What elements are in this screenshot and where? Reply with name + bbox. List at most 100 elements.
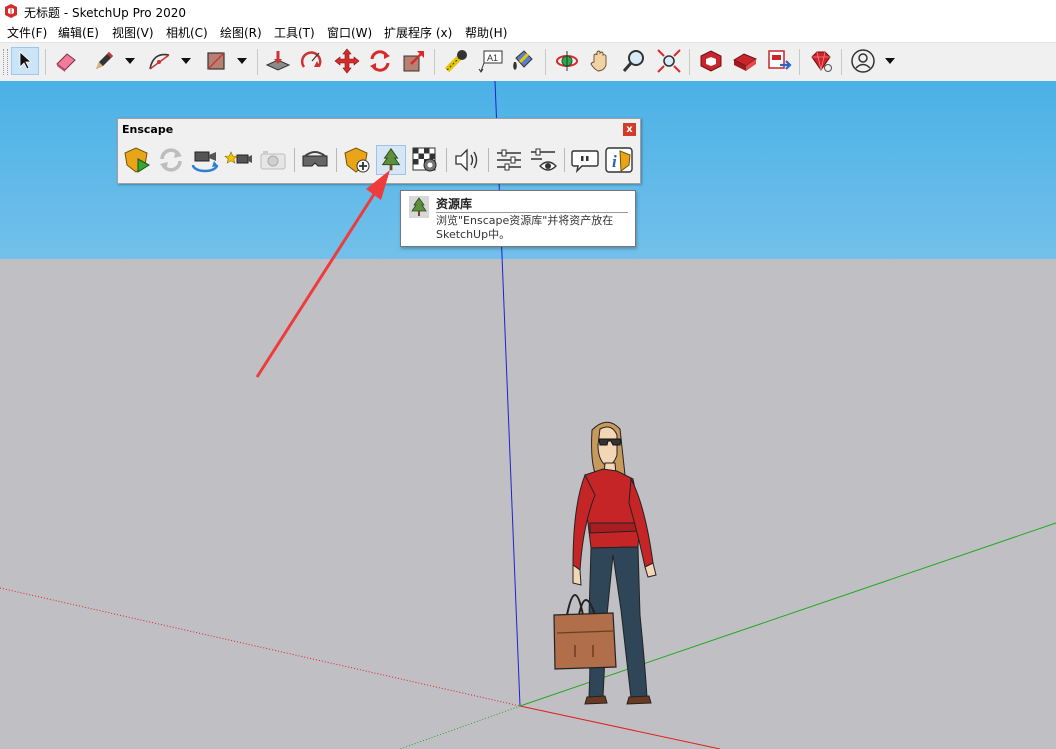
push-pull-tool-button[interactable] bbox=[264, 47, 292, 75]
rectangle-icon bbox=[207, 52, 225, 70]
scale-tool-button[interactable] bbox=[400, 47, 428, 75]
live-update-button[interactable] bbox=[156, 145, 186, 175]
warehouse-icon bbox=[700, 50, 722, 72]
sliders-icon bbox=[497, 149, 521, 171]
layout-icon bbox=[768, 50, 792, 70]
tooltip-title: 资源库 bbox=[436, 197, 473, 211]
rectangle-dropdown-chevron-icon[interactable] bbox=[236, 47, 248, 75]
zoom-extents-tool-button[interactable] bbox=[655, 47, 683, 75]
toolbar-separator bbox=[799, 49, 800, 75]
pencil-icon bbox=[96, 52, 113, 69]
enscape-start-icon bbox=[124, 147, 150, 173]
sound-button[interactable] bbox=[452, 145, 482, 175]
asset-library-tooltip: 资源库 浏览"Enscape资源库"并将资产放在SketchUp中。 bbox=[400, 190, 636, 247]
rotate-icon bbox=[300, 51, 322, 68]
paint-bucket-tool-button[interactable] bbox=[509, 47, 537, 75]
enscape-separator bbox=[564, 148, 565, 172]
eraser-icon bbox=[56, 53, 76, 72]
vr-headset-icon bbox=[302, 151, 328, 167]
enscape-add-icon bbox=[344, 147, 370, 173]
toolbar-separator bbox=[45, 49, 46, 75]
ruby-gem-icon bbox=[811, 51, 832, 72]
start-enscape-button[interactable] bbox=[122, 145, 152, 175]
move-tool-button[interactable] bbox=[333, 47, 361, 75]
text-label-icon: A1 bbox=[478, 50, 503, 73]
extension-manager-button[interactable] bbox=[807, 47, 835, 75]
green-axis-negative bbox=[399, 705, 521, 749]
select-tool-button[interactable] bbox=[11, 47, 39, 75]
scale-figure-woman bbox=[553, 421, 657, 705]
rectangle-tool-button[interactable] bbox=[202, 47, 230, 75]
tooltip-description: 浏览"Enscape资源库"并将资产放在SketchUp中。 bbox=[436, 214, 614, 241]
enscape-toolbar-title: Enscape bbox=[122, 123, 174, 136]
account-button[interactable] bbox=[849, 47, 877, 75]
follow-me-tool-button[interactable] bbox=[366, 47, 394, 75]
arrow-cursor-icon bbox=[19, 51, 33, 70]
sync-views-button[interactable] bbox=[190, 145, 220, 175]
photo-camera-icon bbox=[260, 151, 286, 170]
menu-tools[interactable]: 工具(T) bbox=[274, 24, 315, 41]
screenshot-button[interactable] bbox=[258, 145, 288, 175]
visual-settings-button[interactable] bbox=[528, 145, 558, 175]
arc-tool-button[interactable] bbox=[146, 47, 174, 75]
menu-draw[interactable]: 绘图(R) bbox=[220, 24, 262, 41]
toolbar-grip[interactable] bbox=[3, 49, 8, 75]
rotate-tool-button[interactable] bbox=[298, 47, 326, 75]
checker-gear-icon bbox=[412, 147, 437, 172]
pencil-tool-button[interactable] bbox=[90, 47, 118, 75]
tree-icon bbox=[409, 196, 429, 218]
title-bar: 无标题 - SketchUp Pro 2020 bbox=[0, 0, 1056, 22]
menu-edit[interactable]: 编辑(E) bbox=[58, 24, 99, 41]
camera-star-icon bbox=[224, 151, 252, 164]
menu-window[interactable]: 窗口(W) bbox=[327, 24, 372, 41]
red-axis-negative bbox=[0, 587, 521, 707]
window-title: 无标题 - SketchUp Pro 2020 bbox=[24, 6, 186, 20]
video-camera-sync-icon bbox=[191, 151, 219, 173]
move-icon bbox=[334, 48, 360, 74]
speech-bubble-icon bbox=[571, 150, 599, 174]
magnifier-icon bbox=[622, 50, 644, 72]
user-avatar-icon bbox=[851, 49, 875, 73]
about-button[interactable]: i bbox=[604, 145, 634, 175]
eraser-tool-button[interactable] bbox=[52, 47, 80, 75]
svg-text:i: i bbox=[612, 152, 617, 171]
hand-icon bbox=[590, 50, 607, 72]
account-dropdown-chevron-icon[interactable] bbox=[884, 47, 896, 75]
3d-warehouse-button[interactable] bbox=[697, 47, 725, 75]
toolbar-separator bbox=[841, 49, 842, 75]
arc-dropdown-chevron-icon[interactable] bbox=[180, 47, 192, 75]
asset-library-button[interactable] bbox=[376, 145, 406, 175]
feedback-button[interactable] bbox=[570, 145, 600, 175]
pencil-dropdown-chevron-icon[interactable] bbox=[124, 47, 136, 75]
tape-measure-tool-button[interactable] bbox=[442, 47, 470, 75]
sliders-eye-icon bbox=[531, 148, 557, 171]
settings-button[interactable] bbox=[494, 145, 524, 175]
close-icon[interactable]: x bbox=[623, 123, 636, 136]
orbit-tool-button[interactable] bbox=[553, 47, 581, 75]
create-view-button[interactable] bbox=[224, 145, 254, 175]
send-to-layout-button[interactable] bbox=[765, 47, 793, 75]
vr-headset-button[interactable] bbox=[300, 145, 330, 175]
enscape-separator bbox=[446, 148, 447, 172]
sync-refresh-icon bbox=[160, 148, 182, 172]
zoom-tool-button[interactable] bbox=[620, 47, 648, 75]
extension-warehouse-button[interactable] bbox=[731, 47, 759, 75]
menu-help[interactable]: 帮助(H) bbox=[465, 24, 507, 41]
info-icon: i bbox=[605, 147, 633, 173]
text-tool-button[interactable]: A1 bbox=[477, 47, 505, 75]
enscape-separator bbox=[336, 148, 337, 172]
pan-tool-button[interactable] bbox=[586, 47, 614, 75]
menu-bar: 文件(F) 编辑(E) 视图(V) 相机(C) 绘图(R) 工具(T) 窗口(W… bbox=[0, 22, 1056, 42]
enscape-separator bbox=[488, 148, 489, 172]
toolbar-separator bbox=[257, 49, 258, 75]
paint-bucket-icon bbox=[513, 50, 533, 70]
menu-file[interactable]: 文件(F) bbox=[7, 24, 47, 41]
tape-measure-icon bbox=[444, 50, 467, 73]
menu-view[interactable]: 视图(V) bbox=[112, 24, 154, 41]
batch-render-button[interactable] bbox=[410, 145, 440, 175]
capture-object-button[interactable] bbox=[342, 145, 372, 175]
menu-camera[interactable]: 相机(C) bbox=[166, 24, 208, 41]
zoom-extents-icon bbox=[657, 49, 681, 73]
rotate-arrows-icon bbox=[370, 50, 390, 72]
menu-extensions[interactable]: 扩展程序 (x) bbox=[384, 24, 452, 41]
